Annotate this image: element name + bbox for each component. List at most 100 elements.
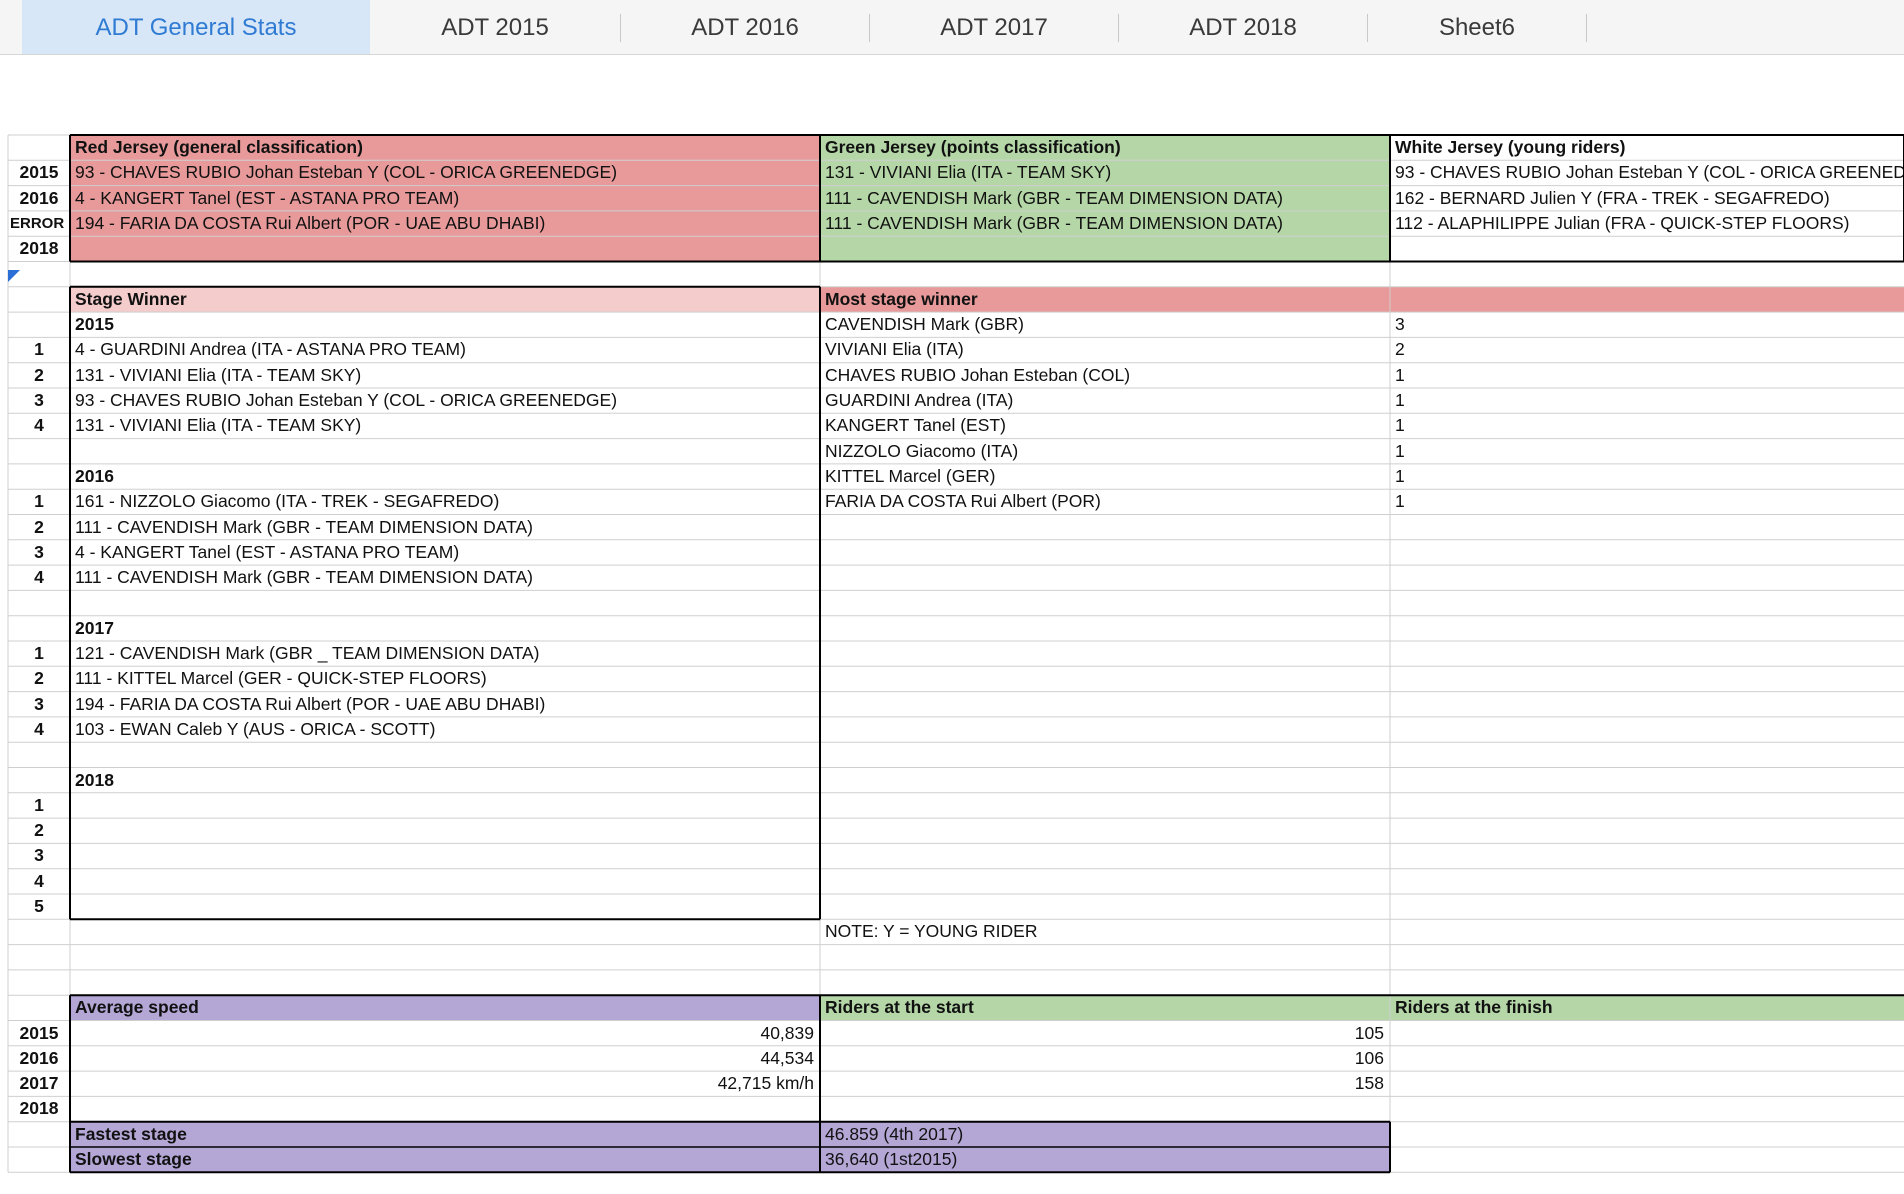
row-header-cell[interactable]: 5	[8, 894, 70, 919]
grid-cell[interactable]	[70, 919, 820, 944]
grid-cell[interactable]	[1390, 894, 1904, 919]
grid-cell[interactable]: 4 - KANGERT Tanel (EST - ASTANA PRO TEAM…	[70, 540, 820, 565]
grid-cell[interactable]: 111 - CAVENDISH Mark (GBR - TEAM DIMENSI…	[70, 515, 820, 540]
tab-sheet6[interactable]: Sheet6	[1368, 0, 1586, 54]
grid-cell[interactable]: 4 - GUARDINI Andrea (ITA - ASTANA PRO TE…	[70, 337, 820, 362]
grid-cell[interactable]	[820, 818, 1390, 843]
row-header-cell[interactable]: 1	[8, 337, 70, 362]
row-header-cell[interactable]: 3	[8, 692, 70, 717]
row-header-cell[interactable]: 2	[8, 515, 70, 540]
row-header-cell[interactable]: 2	[8, 818, 70, 843]
row-header-cell[interactable]	[8, 590, 70, 615]
row-header-cell[interactable]: 4	[8, 869, 70, 894]
row-header-cell[interactable]: ERROR	[8, 211, 70, 236]
grid-cell[interactable]	[820, 540, 1390, 565]
grid-cell[interactable]: Red Jersey (general classification)	[70, 135, 820, 161]
grid-cell[interactable]: 111 - CAVENDISH Mark (GBR - TEAM DIMENSI…	[70, 565, 820, 590]
grid-cell[interactable]	[1390, 1096, 1904, 1121]
grid-cell[interactable]	[820, 742, 1390, 767]
grid-cell[interactable]: White Jersey (young riders)	[1390, 135, 1904, 160]
grid-cell[interactable]: 2	[1390, 337, 1904, 362]
grid-cell[interactable]	[820, 945, 1390, 970]
grid-cell[interactable]	[70, 793, 820, 818]
grid-cell[interactable]: 93 - CHAVES RUBIO Johan Esteban Y (COL -…	[70, 160, 820, 186]
grid-cell[interactable]: 46.859 (4th 2017)	[820, 1121, 1390, 1147]
grid-cell[interactable]	[1390, 565, 1904, 590]
grid-cell[interactable]	[820, 843, 1390, 868]
grid-cell[interactable]	[70, 970, 820, 995]
grid-cell[interactable]	[1390, 540, 1904, 565]
row-header-cell[interactable]	[8, 742, 70, 767]
tab-adt-2015[interactable]: ADT 2015	[370, 0, 620, 54]
row-header-cell[interactable]	[8, 945, 70, 970]
grid-cell[interactable]: VIVIANI Elia (ITA)	[820, 337, 1390, 362]
grid-cell[interactable]	[820, 236, 1390, 262]
grid-cell[interactable]	[1390, 793, 1904, 818]
grid-cell[interactable]: KANGERT Tanel (EST)	[820, 413, 1390, 438]
grid-cell[interactable]: 131 - VIVIANI Elia (ITA - TEAM SKY)	[70, 413, 820, 438]
grid-cell[interactable]: KITTEL Marcel (GER)	[820, 464, 1390, 489]
grid-cell[interactable]	[1390, 1071, 1904, 1096]
grid-cell[interactable]: Green Jersey (points classification)	[820, 135, 1390, 161]
grid-cell[interactable]: 131 - VIVIANI Elia (ITA - TEAM SKY)	[820, 160, 1390, 186]
tab-adt-general-stats[interactable]: ADT General Stats	[22, 0, 370, 54]
grid-cell[interactable]	[1390, 945, 1904, 970]
grid-cell[interactable]	[1390, 1046, 1904, 1071]
grid-cell[interactable]	[820, 666, 1390, 691]
grid-cell[interactable]: 1	[1390, 413, 1904, 438]
grid-cell[interactable]: CHAVES RUBIO Johan Esteban (COL)	[820, 363, 1390, 388]
grid-cell[interactable]: 105	[820, 1021, 1390, 1046]
row-header-cell[interactable]	[8, 464, 70, 489]
grid-cell[interactable]: 194 - FARIA DA COSTA Rui Albert (POR - U…	[70, 210, 820, 237]
grid-cell[interactable]	[70, 1096, 820, 1121]
grid-cell[interactable]: 1	[1390, 489, 1904, 514]
row-header-cell[interactable]: 1	[8, 641, 70, 666]
row-header-cell[interactable]: 2017	[8, 1071, 70, 1096]
grid-cell[interactable]	[820, 1096, 1390, 1121]
grid-cell[interactable]: 40,839	[70, 1021, 820, 1046]
grid-cell[interactable]: Riders at the start	[820, 995, 1390, 1021]
grid-cell[interactable]	[1390, 1122, 1904, 1147]
grid-cell[interactable]	[820, 565, 1390, 590]
grid-cell[interactable]	[1390, 692, 1904, 717]
grid-cell[interactable]: 1	[1390, 464, 1904, 489]
grid-cell[interactable]: Slowest stage	[70, 1147, 820, 1173]
grid-cell[interactable]	[1390, 590, 1904, 615]
grid-cell[interactable]	[1390, 768, 1904, 793]
grid-cell[interactable]	[820, 768, 1390, 793]
row-header-cell[interactable]: 2	[8, 666, 70, 691]
grid-cell[interactable]	[1390, 515, 1904, 540]
row-header-cell[interactable]	[8, 919, 70, 944]
grid-cell[interactable]: 3	[1390, 312, 1904, 337]
grid-cell[interactable]: Average speed	[70, 995, 820, 1021]
grid-cell[interactable]: 106	[820, 1046, 1390, 1071]
grid-cell[interactable]: CAVENDISH Mark (GBR)	[820, 312, 1390, 337]
grid-cell[interactable]	[70, 439, 820, 464]
row-header-cell[interactable]: 1	[8, 489, 70, 514]
grid-cell[interactable]: 131 - VIVIANI Elia (ITA - TEAM SKY)	[70, 363, 820, 388]
row-header-cell[interactable]: 4	[8, 413, 70, 438]
row-header-cell[interactable]	[8, 1122, 70, 1147]
row-header-cell[interactable]: 2018	[8, 1096, 70, 1121]
grid-cell[interactable]: Fastest stage	[70, 1121, 820, 1147]
grid-cell[interactable]	[820, 970, 1390, 995]
row-header-cell[interactable]	[8, 135, 70, 160]
grid-cell[interactable]: 111 - CAVENDISH Mark (GBR - TEAM DIMENSI…	[820, 185, 1390, 211]
grid-cell[interactable]: 112 - ALAPHILIPPE Julian (FRA - QUICK-ST…	[1390, 211, 1904, 236]
row-header-cell[interactable]: 3	[8, 388, 70, 413]
row-header-cell[interactable]	[8, 287, 70, 312]
row-header-cell[interactable]: 2016	[8, 186, 70, 211]
row-header-cell[interactable]	[8, 768, 70, 793]
grid-cell[interactable]	[70, 869, 820, 894]
tab-adt-2017[interactable]: ADT 2017	[870, 0, 1118, 54]
row-header-cell[interactable]: 3	[8, 540, 70, 565]
grid-cell[interactable]	[70, 262, 820, 287]
grid-cell[interactable]	[820, 641, 1390, 666]
row-header-cell[interactable]: 2	[8, 363, 70, 388]
grid-cell[interactable]	[1390, 843, 1904, 868]
grid-cell[interactable]: 93 - CHAVES RUBIO Johan Esteban Y (COL -…	[1390, 160, 1904, 185]
grid-cell[interactable]	[1390, 818, 1904, 843]
row-header-cell[interactable]	[8, 312, 70, 337]
grid-cell[interactable]	[820, 869, 1390, 894]
grid-cell[interactable]	[820, 894, 1390, 919]
